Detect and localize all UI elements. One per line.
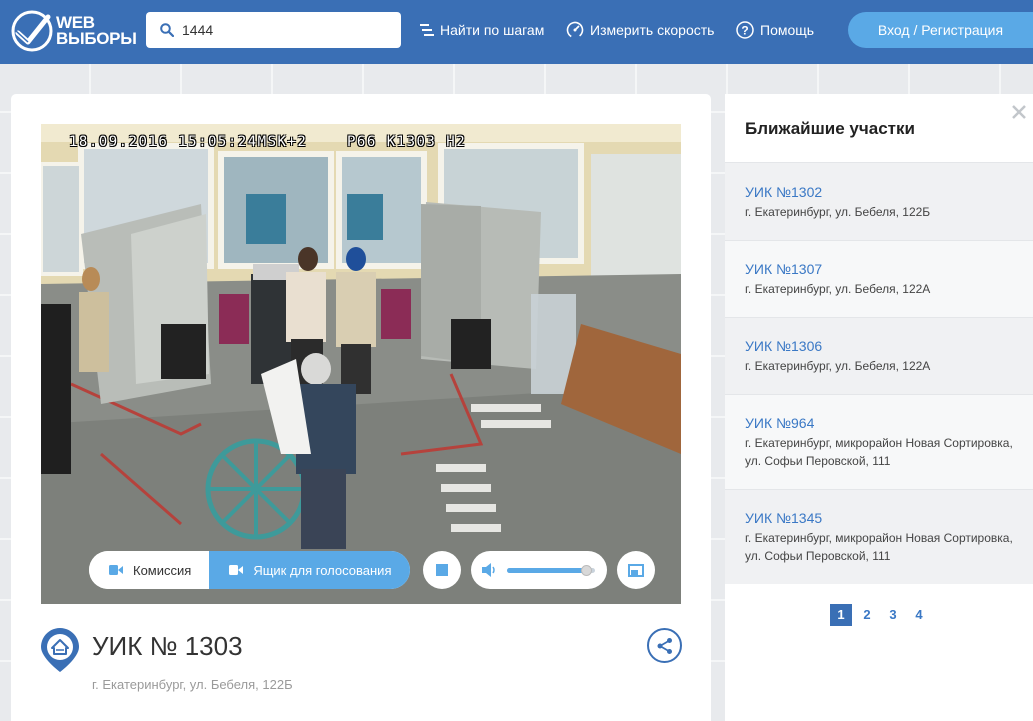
page-link-4[interactable]: 4 [908, 604, 930, 626]
camera-commission-button[interactable]: Комиссия [89, 551, 210, 589]
list-item[interactable]: УИК №1306 г. Екатеринбург, ул. Бебеля, 1… [725, 317, 1033, 394]
nav-find-steps-label: Найти по шагам [440, 22, 545, 38]
search-icon [160, 23, 174, 37]
station-card: 18.09.2016 15:05:24MSK+2 P66 K1303 H2 Ко… [11, 94, 711, 721]
speedometer-icon [566, 21, 584, 39]
share-icon [657, 637, 672, 654]
picture-in-picture-button[interactable] [617, 551, 655, 589]
camera-switcher: Комиссия Ящик для голосования [89, 551, 410, 589]
station-link[interactable]: УИК №964 [745, 414, 1013, 432]
logo-text: WEB ВЫБОРЫ [56, 14, 137, 48]
nav-help[interactable]: ? Помощь [736, 20, 814, 40]
close-panel-button[interactable] [1008, 101, 1030, 123]
station-link[interactable]: УИК №1306 [745, 337, 1013, 355]
station-item-address: г. Екатеринбург, ул. Бебеля, 122А [745, 282, 931, 296]
station-link[interactable]: УИК №1307 [745, 260, 1013, 278]
nav-speed-test[interactable]: Измерить скорость [566, 20, 714, 40]
station-pin-icon [41, 628, 79, 672]
camera-ballot-box-button[interactable]: Ящик для голосования [209, 551, 410, 589]
logo-line2: ВЫБОРЫ [56, 29, 137, 48]
nav-speed-test-label: Измерить скорость [590, 22, 715, 38]
video-camera-icon [109, 565, 123, 575]
page-link-3[interactable]: 3 [882, 604, 904, 626]
nav-help-label: Помощь [760, 22, 815, 38]
page-title: УИК № 1303 [92, 631, 243, 661]
pagination: 1 2 3 4 [830, 604, 934, 626]
picture-in-picture-icon [628, 563, 644, 577]
search-box[interactable] [146, 12, 401, 48]
search-input[interactable] [182, 20, 392, 40]
top-header: WEB ВЫБОРЫ Найти по шагам Изм [0, 0, 1033, 64]
close-icon [1012, 105, 1026, 119]
list-item[interactable]: УИК №1345 г. Екатеринбург, микрорайон Но… [725, 489, 1033, 584]
station-item-address: г. Екатеринбург, ул. Бебеля, 122Б [745, 204, 931, 219]
volume-slider-fill [507, 568, 587, 573]
nearby-stations-panel: Ближайшие участки УИК №1302 г. Екатеринб… [725, 94, 1033, 721]
station-link[interactable]: УИК №1345 [745, 509, 1013, 527]
player-controls: Комиссия Ящик для голосования [89, 551, 655, 589]
stop-button[interactable] [423, 551, 461, 589]
list-item[interactable]: УИК №1307 г. Екатеринбург, ул. Бебеля, 1… [725, 240, 1033, 317]
camera-ballot-box-label: Ящик для голосования [253, 562, 392, 578]
camera-osd-timestamp: 18.09.2016 15:05:24MSK+2 P66 K1303 H2 [69, 134, 467, 150]
stop-icon [436, 564, 448, 576]
nearby-stations-title: Ближайшие участки [745, 119, 915, 138]
video-frame [41, 124, 681, 604]
camera-commission-label: Комиссия [133, 562, 192, 578]
steps-icon [420, 23, 434, 37]
volume-icon [482, 563, 495, 577]
nav-find-steps[interactable]: Найти по шагам [420, 20, 544, 40]
page-link-1[interactable]: 1 [830, 604, 852, 626]
list-item[interactable]: УИК №1302 г. Екатеринбург, ул. Бебеля, 1… [725, 162, 1033, 240]
help-icon: ? [736, 21, 754, 39]
station-address: г. Екатеринбург, ул. Бебеля, 122Б [92, 677, 293, 692]
svg-text:?: ? [741, 24, 748, 38]
station-item-address: г. Екатеринбург, микрорайон Новая Сортир… [745, 531, 1013, 563]
logo-icon [11, 10, 53, 52]
list-item[interactable]: УИК №964 г. Екатеринбург, микрорайон Нов… [725, 394, 1033, 489]
video-player[interactable]: 18.09.2016 15:05:24MSK+2 P66 K1303 H2 Ко… [41, 124, 681, 604]
station-item-address: г. Екатеринбург, микрорайон Новая Сортир… [745, 436, 1013, 468]
login-register-button[interactable]: Вход / Регистрация [848, 12, 1033, 48]
video-camera-icon [229, 565, 244, 575]
site-logo[interactable]: WEB ВЫБОРЫ [10, 9, 137, 55]
page-link-2[interactable]: 2 [856, 604, 878, 626]
station-link[interactable]: УИК №1302 [745, 183, 1013, 201]
volume-control[interactable] [471, 551, 607, 589]
station-item-address: г. Екатеринбург, ул. Бебеля, 122А [745, 359, 931, 373]
share-button[interactable] [647, 628, 682, 663]
volume-slider-handle[interactable] [581, 565, 593, 576]
nearby-stations-list: УИК №1302 г. Екатеринбург, ул. Бебеля, 1… [725, 162, 1033, 584]
volume-slider[interactable] [507, 565, 595, 576]
